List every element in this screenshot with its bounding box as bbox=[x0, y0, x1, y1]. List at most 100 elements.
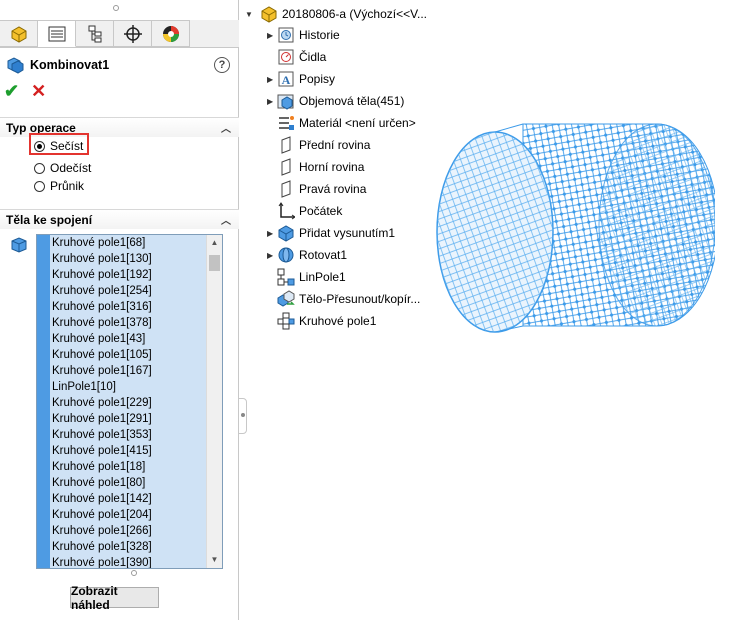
panel-collapse-handle[interactable] bbox=[238, 398, 247, 434]
radio-subtract-label: Odečíst bbox=[50, 161, 92, 175]
tab-feature-manager[interactable] bbox=[0, 20, 38, 47]
list-item[interactable]: Kruhové pole1[378] bbox=[52, 315, 206, 331]
tree-node-label: Čidla bbox=[299, 50, 327, 64]
expand-arrow-icon[interactable]: ▶ bbox=[267, 31, 277, 40]
scroll-down-icon[interactable]: ▼ bbox=[207, 552, 222, 568]
tree-node-circular-pattern[interactable]: Kruhové pole1 bbox=[267, 311, 376, 331]
radio-common[interactable]: Průnik bbox=[34, 177, 84, 195]
bodies-list: Kruhové pole1[68] Kruhové pole1[130] Kru… bbox=[52, 235, 206, 568]
radio-subtract[interactable]: Odečíst bbox=[34, 159, 91, 177]
scroll-thumb[interactable] bbox=[209, 255, 220, 271]
svg-text:A: A bbox=[282, 73, 291, 87]
tree-node-label: Historie bbox=[299, 28, 340, 42]
list-item[interactable]: Kruhové pole1[18] bbox=[52, 459, 206, 475]
tree-node-label: Popisy bbox=[299, 72, 336, 86]
tree-node-label: Počátek bbox=[299, 204, 343, 218]
tree-node-label: Rotovat1 bbox=[299, 248, 348, 262]
list-item[interactable]: Kruhové pole1[68] bbox=[52, 235, 206, 251]
list-item[interactable]: Kruhové pole1[105] bbox=[52, 347, 206, 363]
list-item[interactable]: Kruhové pole1[415] bbox=[52, 443, 206, 459]
list-item[interactable]: Kruhové pole1[192] bbox=[52, 267, 206, 283]
tree-node-annotations[interactable]: ▶ A Popisy bbox=[267, 69, 335, 89]
expand-arrow-icon[interactable]: ▶ bbox=[267, 229, 277, 238]
expand-arrow-icon[interactable]: ▶ bbox=[267, 97, 277, 106]
lattice-cylinder-model[interactable] bbox=[435, 120, 715, 335]
list-item[interactable]: Kruhové pole1[167] bbox=[52, 363, 206, 379]
chevron-up-icon[interactable]: ︿ bbox=[221, 212, 231, 227]
bodies-header[interactable]: Těla ke spojení ︿ bbox=[0, 209, 239, 229]
tree-node-label: Pravá rovina bbox=[299, 182, 367, 196]
highlight-box bbox=[29, 133, 89, 155]
tab-configuration-manager[interactable] bbox=[76, 20, 114, 47]
expand-arrow-icon[interactable]: ▶ bbox=[267, 251, 277, 260]
list-item[interactable]: Kruhové pole1[229] bbox=[52, 395, 206, 411]
configuration-manager-icon bbox=[88, 25, 101, 42]
cancel-button[interactable]: ✕ bbox=[31, 82, 46, 100]
panel-splitter-grip[interactable] bbox=[113, 5, 119, 11]
tree-node-solid-bodies[interactable]: ▶ Objemová těla(451) bbox=[267, 91, 404, 111]
tab-property-manager[interactable] bbox=[38, 20, 76, 47]
list-item[interactable]: Kruhové pole1[316] bbox=[52, 299, 206, 315]
list-resize-grip[interactable] bbox=[131, 570, 137, 576]
tree-node-label: LinPole1 bbox=[299, 270, 346, 284]
combine-icon bbox=[7, 57, 24, 74]
help-button[interactable]: ? bbox=[214, 57, 230, 73]
tab-dimxpert-manager[interactable] bbox=[114, 20, 152, 47]
sensor-icon bbox=[277, 48, 295, 66]
list-item[interactable]: Kruhové pole1[142] bbox=[52, 491, 206, 507]
chevron-up-icon[interactable]: ︿ bbox=[221, 120, 231, 135]
list-item[interactable]: Kruhové pole1[80] bbox=[52, 475, 206, 491]
feature-title-row: Kombinovat1 ? bbox=[6, 54, 230, 76]
solid-bodies-icon bbox=[277, 92, 295, 110]
list-item[interactable]: Kruhové pole1[204] bbox=[52, 507, 206, 523]
feature-title: Kombinovat1 bbox=[30, 58, 110, 72]
plane-icon bbox=[277, 180, 295, 198]
tree-node-revolve[interactable]: ▶ Rotovat1 bbox=[267, 245, 347, 265]
list-item[interactable]: LinPole1[10] bbox=[52, 379, 206, 395]
radio-common-button[interactable] bbox=[34, 180, 45, 192]
list-item[interactable]: Kruhové pole1[328] bbox=[52, 539, 206, 555]
list-item[interactable]: Kruhové pole1[390] bbox=[52, 555, 206, 568]
tree-node-move-body[interactable]: Tělo-Přesunout/kopír... bbox=[267, 289, 420, 309]
manager-tabs bbox=[0, 20, 239, 48]
tab-display-manager[interactable] bbox=[152, 20, 190, 47]
preview-button[interactable]: Zobrazit náhled bbox=[70, 584, 159, 612]
ok-button[interactable]: ✔ bbox=[4, 82, 19, 100]
plane-icon bbox=[277, 158, 295, 176]
tree-node-label: Přední rovina bbox=[299, 138, 371, 152]
tree-node-material[interactable]: Materiál <není určen> bbox=[267, 113, 416, 133]
radio-subtract-button[interactable] bbox=[34, 162, 45, 174]
tree-node-right-plane[interactable]: Pravá rovina bbox=[267, 179, 366, 199]
confirm-row: ✔ ✕ bbox=[4, 82, 46, 100]
tree-node-label: Horní rovina bbox=[299, 160, 365, 174]
display-manager-icon bbox=[162, 25, 179, 42]
tree-node-label: Přidat vysunutím1 bbox=[299, 226, 396, 240]
tree-node-history[interactable]: ▶ Historie bbox=[267, 25, 340, 45]
list-item[interactable]: Kruhové pole1[266] bbox=[52, 523, 206, 539]
list-item[interactable]: Kruhové pole1[353] bbox=[52, 427, 206, 443]
solid-body-icon bbox=[11, 237, 27, 253]
list-item[interactable]: Kruhové pole1[254] bbox=[52, 283, 206, 299]
origin-icon bbox=[277, 202, 295, 220]
list-scrollbar[interactable]: ▲ ▼ bbox=[206, 235, 222, 568]
tree-node-top-plane[interactable]: Horní rovina bbox=[267, 157, 364, 177]
tree-root[interactable]: ▼ 20180806-a (Výchozí<<V... bbox=[245, 4, 427, 24]
revolve-icon bbox=[277, 246, 295, 264]
tree-node-front-plane[interactable]: Přední rovina bbox=[267, 135, 370, 155]
expand-arrow-icon[interactable]: ▶ bbox=[267, 75, 277, 84]
list-item[interactable]: Kruhové pole1[43] bbox=[52, 331, 206, 347]
list-item[interactable]: Kruhové pole1[130] bbox=[52, 251, 206, 267]
tree-node-linear-pattern[interactable]: LinPole1 bbox=[267, 267, 346, 287]
list-item[interactable]: Kruhové pole1[291] bbox=[52, 411, 206, 427]
property-manager-icon bbox=[48, 26, 65, 41]
scroll-up-icon[interactable]: ▲ bbox=[207, 235, 222, 251]
move-body-icon bbox=[277, 290, 295, 308]
tree-node-extrude[interactable]: ▶ Přidat vysunutím1 bbox=[267, 223, 395, 243]
circular-pattern-icon bbox=[277, 312, 295, 330]
feature-manager-icon bbox=[11, 25, 26, 43]
collapse-arrow-icon[interactable]: ▼ bbox=[245, 10, 255, 19]
property-manager-panel: Kombinovat1 ? ✔ ✕ Typ operace ︿ Sečíst O… bbox=[0, 0, 239, 620]
tree-node-origin[interactable]: Počátek bbox=[267, 201, 342, 221]
bodies-listbox[interactable]: Kruhové pole1[68] Kruhové pole1[130] Kru… bbox=[36, 234, 223, 569]
tree-node-sensors[interactable]: Čidla bbox=[267, 47, 326, 67]
